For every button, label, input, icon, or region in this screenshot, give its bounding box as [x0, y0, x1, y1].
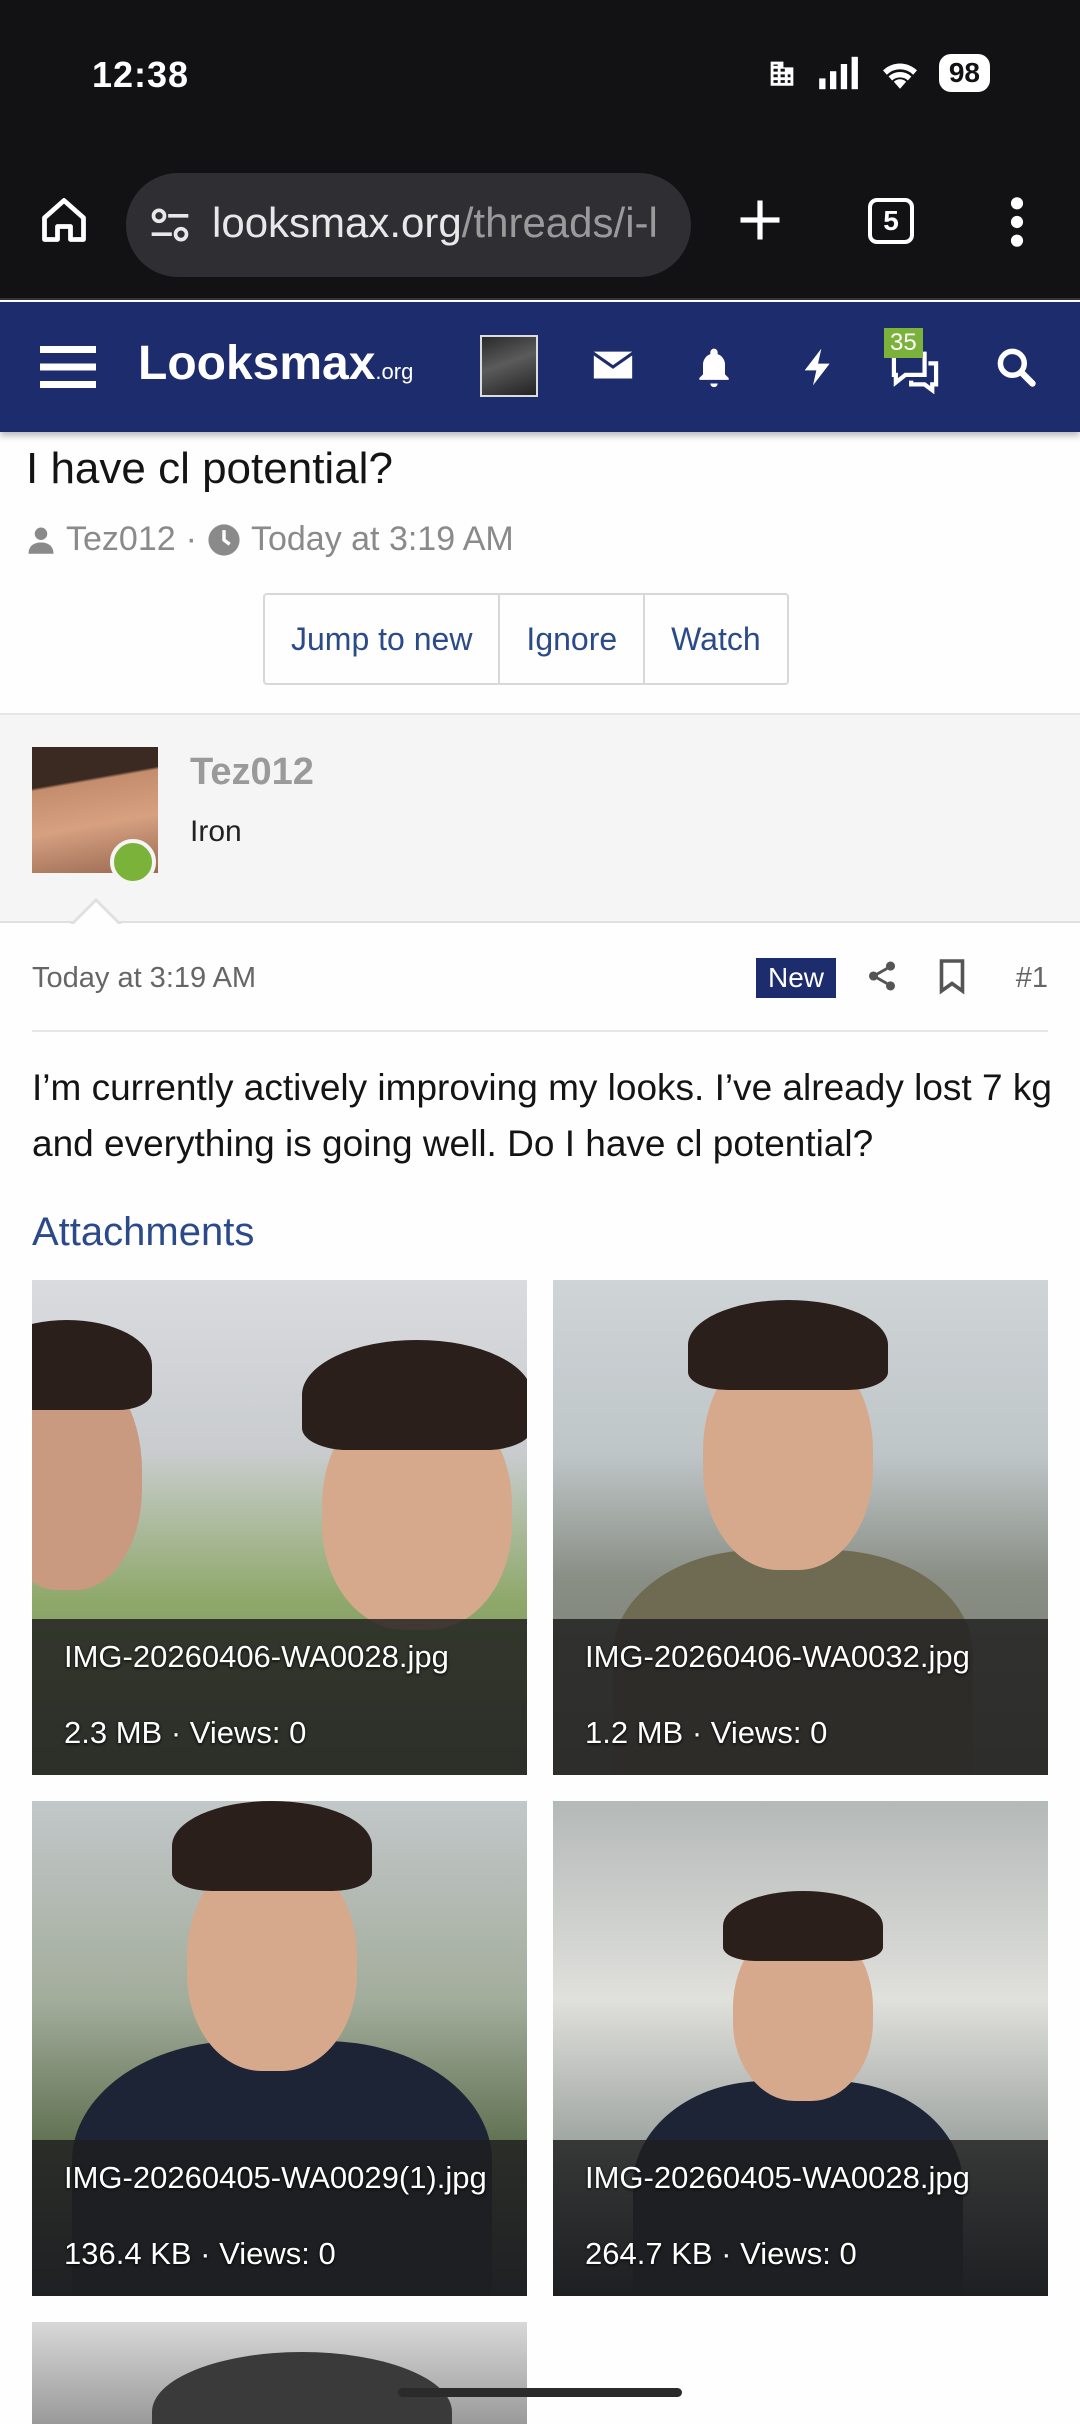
forum-header: Looksmax.org 35	[0, 302, 1080, 432]
site-settings-icon[interactable]	[148, 203, 192, 247]
share-icon[interactable]	[865, 956, 899, 996]
status-icons: 98	[765, 54, 990, 92]
thread-meta: Tez012 · Today at 3:19 AM	[26, 520, 514, 559]
hamburger-icon[interactable]	[40, 342, 96, 392]
bookmark-icon[interactable]	[937, 956, 967, 996]
status-bar: 12:38 98	[0, 0, 1080, 150]
status-time: 12:38	[92, 54, 190, 95]
attachment-info: 264.7 KB · Views: 0	[585, 2236, 857, 2271]
attachment-filename: IMG-20260405-WA0029(1).jpg	[64, 2160, 487, 2195]
site-logo[interactable]: Looksmax.org	[138, 336, 413, 391]
browser-toolbar: looksmax.org/threads/i-l 5	[0, 150, 1080, 300]
watch-button[interactable]: Watch	[645, 595, 787, 683]
post-username[interactable]: Tez012	[190, 751, 314, 794]
user-icon	[28, 527, 54, 554]
online-indicator	[110, 839, 156, 885]
attachment-info: 2.3 MB · Views: 0	[64, 1715, 307, 1750]
wifi-icon	[882, 63, 917, 89]
url-text: looksmax.org/threads/i-l	[212, 199, 658, 246]
bell-icon[interactable]	[692, 344, 736, 390]
post-number[interactable]: #1	[1016, 962, 1048, 995]
clock-icon	[208, 523, 240, 556]
attachment-thumbnail[interactable]: IMG-20260405-WA0028.jpg 264.7 KB · Views…	[553, 1801, 1048, 2296]
battery-level: 98	[938, 54, 990, 92]
meta-separator: ·	[185, 520, 197, 558]
post-user-panel: Tez012 Iron	[0, 713, 1080, 923]
signal-icon	[819, 56, 858, 90]
bolt-icon[interactable]	[798, 344, 838, 390]
attachment-info: 1.2 MB · Views: 0	[585, 1715, 828, 1750]
search-icon[interactable]	[994, 344, 1038, 390]
attachment-caption: IMG-20260406-WA0028.jpg 2.3 MB · Views: …	[32, 1619, 527, 1775]
home-icon[interactable]	[38, 194, 90, 246]
attachments-heading: Attachments	[32, 1210, 255, 1254]
tab-switcher-icon[interactable]: 5	[868, 198, 914, 244]
conversations-badge: 35	[884, 328, 923, 358]
address-bar[interactable]: looksmax.org/threads/i-l	[126, 173, 691, 277]
overflow-menu-icon[interactable]	[1007, 194, 1027, 250]
attachment-thumbnail[interactable]: IMG-20260405-WA0029(1).jpg 136.4 KB · Vi…	[32, 1801, 527, 2296]
account-avatar[interactable]	[480, 335, 538, 397]
thread-title: I have cl potential?	[26, 444, 393, 493]
home-indicator[interactable]	[398, 2388, 682, 2397]
ignore-button[interactable]: Ignore	[500, 595, 646, 683]
thread-date[interactable]: Today at 3:19 AM	[251, 520, 514, 559]
thread-actions: Jump to new Ignore Watch	[263, 593, 789, 685]
attachment-filename: IMG-20260405-WA0028.jpg	[585, 2160, 970, 2195]
post-meta: Today at 3:19 AM New #1	[32, 958, 1048, 1032]
new-tab-icon[interactable]	[734, 194, 786, 246]
attachment-thumbnail[interactable]	[32, 2322, 527, 2424]
attachment-caption: IMG-20260406-WA0032.jpg 1.2 MB · Views: …	[553, 1619, 1048, 1775]
new-badge: New	[756, 958, 837, 998]
jump-to-new-button[interactable]: Jump to new	[265, 595, 501, 683]
attachment-filename: IMG-20260406-WA0028.jpg	[64, 1639, 449, 1674]
mail-icon[interactable]	[590, 344, 636, 390]
post-date[interactable]: Today at 3:19 AM	[32, 962, 256, 995]
thread-author[interactable]: Tez012	[66, 520, 176, 559]
attachment-filename: IMG-20260406-WA0032.jpg	[585, 1639, 970, 1674]
user-title: Iron	[190, 815, 242, 848]
attachment-info: 136.4 KB · Views: 0	[64, 2236, 336, 2271]
building-icon	[770, 61, 794, 86]
attachment-caption: IMG-20260405-WA0029(1).jpg 136.4 KB · Vi…	[32, 2140, 527, 2296]
attachment-thumbnail[interactable]: IMG-20260406-WA0032.jpg 1.2 MB · Views: …	[553, 1280, 1048, 1775]
attachment-thumbnail[interactable]: IMG-20260406-WA0028.jpg 2.3 MB · Views: …	[32, 1280, 527, 1775]
attachment-caption: IMG-20260405-WA0028.jpg 264.7 KB · Views…	[553, 2140, 1048, 2296]
post-body: I’m currently actively improving my look…	[32, 1067, 1052, 1164]
